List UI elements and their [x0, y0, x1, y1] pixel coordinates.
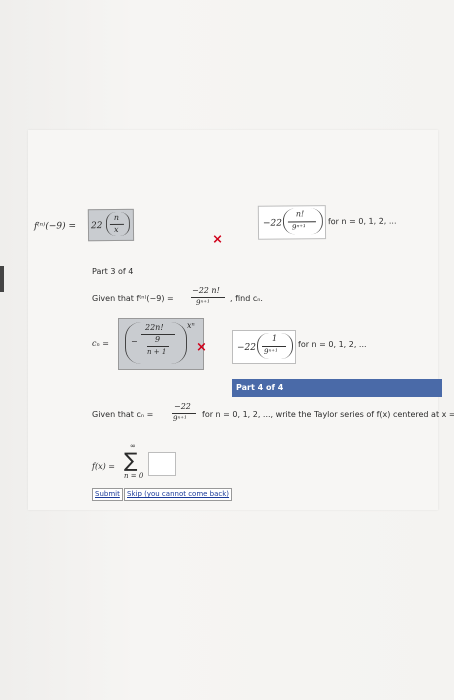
part3-range: for n = 0, 1, 2, ... [298, 340, 367, 349]
part2-correct-den: 9ⁿ⁺¹ [291, 223, 306, 232]
part2-entered-num: n [113, 212, 120, 223]
part4-given-prefix: Given that cₙ = [92, 410, 154, 419]
part2-correct-num: n! [295, 209, 305, 219]
part3-correct-num: 1 [272, 334, 278, 343]
part3-entered-inner-den: n + 1 [147, 348, 167, 356]
part3-given-den: 9ⁿ⁺¹ [196, 299, 210, 307]
part4-series-row: f(x) = ∞ ∑ n = 0 [92, 440, 352, 486]
part3-entered-answer: − 22n! 9 n + 1 xⁿ [118, 318, 204, 370]
part4-fx-label: f(x) = [92, 462, 115, 471]
part2-row: f⁽ⁿ⁾(−9) = 22 n x × −22 n! 9ⁿ⁺¹ for n = … [10, 198, 451, 262]
part3-given-bar [191, 297, 225, 298]
part3-correct-coef: −22 [237, 343, 256, 353]
part4-sum-lower: n = 0 [124, 472, 144, 480]
part3-wrong-icon: × [196, 340, 207, 355]
part3-given-suffix: , find cₙ. [230, 294, 263, 303]
submit-button[interactable]: Submit [92, 488, 123, 501]
part4-given-num: −22 [174, 402, 191, 411]
part3-entered-minus: − [131, 337, 138, 346]
part2-entered-den: x [113, 224, 119, 235]
part2-entered-answer: 22 n x [87, 208, 135, 242]
part2-correct-answer: −22 n! 9ⁿ⁺¹ [257, 205, 327, 240]
part4-given-suffix: for n = 0, 1, 2, ..., write the Taylor s… [202, 410, 454, 419]
part4-given-den: 9ⁿ⁺¹ [173, 415, 187, 423]
part3-entered-inner-bar [147, 346, 169, 347]
part3-correct-answer: −22 1 9ⁿ⁺¹ [232, 330, 296, 364]
part2-lhs: f⁽ⁿ⁾(−9) = [33, 221, 77, 232]
part2-wrong-icon: × [212, 232, 224, 248]
part3-title: Part 3 of 4 [92, 267, 134, 276]
part2-range: for n = 0, 1, 2, ... [327, 216, 397, 227]
part2-entered-coef: 22 [90, 221, 103, 232]
part4-given-bar [172, 413, 196, 414]
part3-entered-num: 22n! [145, 323, 164, 332]
part4-header: Part 4 of 4 [232, 379, 442, 397]
part3-correct-den: 9ⁿ⁺¹ [264, 348, 278, 356]
part4-answer-input[interactable] [148, 452, 176, 476]
sigma-icon: ∑ [124, 448, 138, 472]
skip-button[interactable]: Skip (you cannot come back) [124, 488, 233, 501]
part3-given-prefix: Given that f⁽ⁿ⁾(−9) = [92, 294, 174, 303]
part3-cn-label: cₙ = [92, 339, 109, 348]
part3-given-num: −22 n! [192, 286, 220, 295]
photographed-screen: f⁽ⁿ⁾(−9) = 22 n x × −22 n! 9ⁿ⁺¹ for n = … [0, 0, 454, 700]
part4-title: Part 4 of 4 [236, 383, 284, 392]
part3-correct-bar [262, 346, 286, 347]
part3-entered-power: xⁿ [187, 321, 195, 330]
part2-correct-coef: −22 [262, 218, 282, 229]
screen-edge-marker [0, 266, 4, 292]
part3-entered-inner-num: 9 [155, 335, 161, 344]
